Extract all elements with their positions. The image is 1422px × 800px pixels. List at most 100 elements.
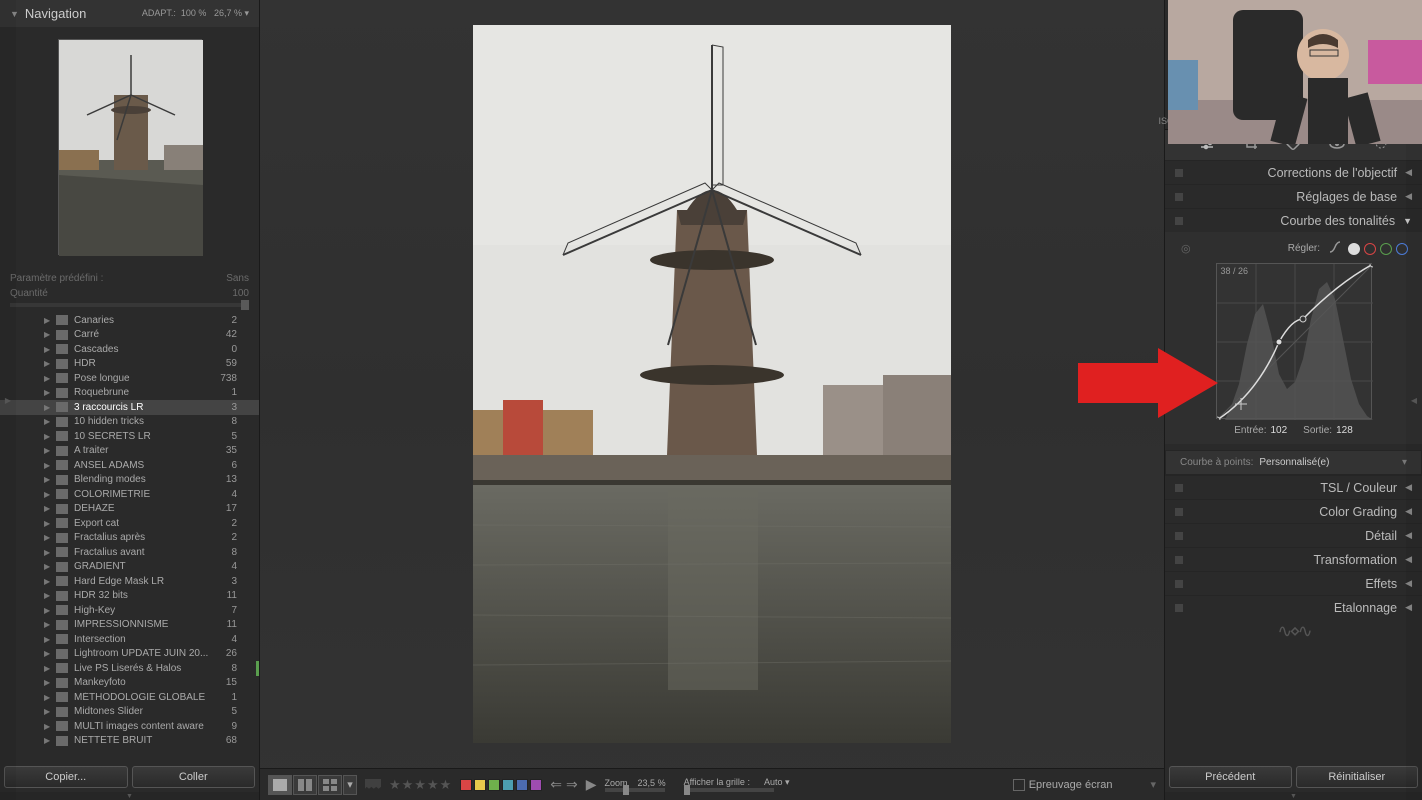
color-label-swatch[interactable] [516, 779, 528, 791]
navigation-panel-header[interactable]: ▼ Navigation ADAPT.: 100 % 26,7 % ▾ [0, 0, 259, 27]
rating-stars[interactable]: ★★★★★ [389, 777, 452, 793]
tsl-panel-header[interactable]: TSL / Couleur◀ [1165, 475, 1422, 499]
zoom-control[interactable]: Zoom23,5 % [605, 778, 666, 792]
checkbox-icon[interactable] [1013, 779, 1025, 791]
lens-corrections-panel-header[interactable]: Corrections de l'objectif◀ [1165, 160, 1422, 184]
calibration-panel-header[interactable]: Etalonnage◀ [1165, 595, 1422, 619]
disclosure-triangle-icon[interactable]: ▶ [44, 504, 50, 513]
compare-view-button[interactable] [293, 775, 317, 795]
view-options-dropdown[interactable]: ▾ [343, 775, 357, 795]
disclosure-triangle-icon[interactable]: ▶ [44, 606, 50, 615]
disclosure-triangle-icon[interactable]: ▶ [44, 533, 50, 542]
left-edge-expander[interactable]: ▶ [0, 0, 16, 800]
disclosure-triangle-icon[interactable]: ▶ [44, 649, 50, 658]
folder-item[interactable]: ▶Fractalius après2 [0, 531, 259, 546]
disclosure-triangle-icon[interactable]: ▶ [44, 693, 50, 702]
grid-overlay-control[interactable]: Afficher la grille :Auto ▾ [684, 777, 790, 792]
folder-item[interactable]: ▶IMPRESSIONNISME11 [0, 618, 259, 633]
detail-panel-header[interactable]: Détail◀ [1165, 523, 1422, 547]
folder-item[interactable]: ▶A traiter35 [0, 444, 259, 459]
disclosure-triangle-icon[interactable]: ▶ [44, 403, 50, 412]
color-grading-panel-header[interactable]: Color Grading◀ [1165, 499, 1422, 523]
folder-item[interactable]: ▶COLORIMETRIE4 [0, 487, 259, 502]
tone-curve-graph[interactable]: 38 / 26 [1216, 263, 1372, 419]
folder-item[interactable]: ▶3 raccourcis LR3 [0, 400, 259, 415]
navigator-thumbnail-area[interactable] [0, 27, 259, 267]
paste-button[interactable]: Coller [132, 766, 256, 788]
rgb-channel-luminance[interactable] [1348, 243, 1360, 255]
toolbar-options-dropdown[interactable]: ▾ [1150, 778, 1156, 791]
folder-item[interactable]: ▶10 hidden tricks8 [0, 415, 259, 430]
folder-item[interactable]: ▶GRADIENT4 [0, 560, 259, 575]
tone-curve-panel-header[interactable]: Courbe des tonalités▼ [1165, 208, 1422, 232]
copy-button[interactable]: Copier... [4, 766, 128, 788]
preset-value[interactable]: Sans [226, 273, 249, 284]
next-photo-button[interactable]: ⇒ [566, 776, 578, 793]
flag-icon[interactable] [365, 779, 381, 791]
folder-item[interactable]: ▶Pose longue738 [0, 371, 259, 386]
folder-list[interactable]: ▶Canaries2▶Carré42▶Cascades0▶HDR59▶Pose … [0, 313, 259, 762]
main-image[interactable] [473, 25, 951, 743]
folder-item[interactable]: ▶ANSEL ADAMS6 [0, 458, 259, 473]
folder-item[interactable]: ▶HDR 32 bits11 [0, 589, 259, 604]
disclosure-triangle-icon[interactable]: ▶ [44, 664, 50, 673]
color-label-swatch[interactable] [488, 779, 500, 791]
rgb-channel-green[interactable] [1380, 243, 1392, 255]
prev-photo-button[interactable]: ⇐ [550, 776, 562, 793]
point-curve-preset[interactable]: Courbe à points: Personnalisé(e) ▾ [1165, 450, 1422, 475]
folder-item[interactable]: ▶Intersection4 [0, 632, 259, 647]
color-label-swatch[interactable] [502, 779, 514, 791]
fit-label[interactable]: ADAPT.: 100 % 26,7 % ▾ [142, 8, 249, 19]
view-mode-buttons[interactable]: ▾ [268, 775, 357, 795]
grid-value[interactable]: Auto ▾ [764, 777, 790, 788]
rgb-channel-red[interactable] [1364, 243, 1376, 255]
folder-item[interactable]: ▶Canaries2 [0, 313, 259, 328]
folder-item[interactable]: ▶10 SECRETS LR5 [0, 429, 259, 444]
folder-item[interactable]: ▶NETTETE BRUIT68 [0, 734, 259, 749]
disclosure-triangle-icon[interactable]: ▶ [44, 577, 50, 586]
disclosure-triangle-icon[interactable]: ▶ [44, 490, 50, 499]
effects-panel-header[interactable]: Effets◀ [1165, 571, 1422, 595]
color-label-swatch[interactable] [460, 779, 472, 791]
basic-panel-header[interactable]: Réglages de base◀ [1165, 184, 1422, 208]
disclosure-triangle-icon[interactable]: ▶ [44, 330, 50, 339]
color-label-swatch[interactable] [474, 779, 486, 791]
folder-item[interactable]: ▶Roquebrune1 [0, 386, 259, 401]
parametric-curve-icon[interactable] [1328, 240, 1342, 257]
soft-proofing-checkbox[interactable]: Epreuvage écran [1013, 779, 1113, 791]
folder-item[interactable]: ▶Export cat2 [0, 516, 259, 531]
disclosure-triangle-icon[interactable]: ▶ [44, 736, 50, 745]
folder-item[interactable]: ▶High-Key7 [0, 603, 259, 618]
folder-item[interactable]: ▶Cascades0 [0, 342, 259, 357]
disclosure-triangle-icon[interactable]: ▶ [44, 548, 50, 557]
folder-item[interactable]: ▶DEHAZE17 [0, 502, 259, 517]
folder-item[interactable]: ▶Lightroom UPDATE JUIN 20...26 [0, 647, 259, 662]
target-adjustment-icon[interactable]: ◎ [1179, 242, 1191, 255]
disclosure-triangle-icon[interactable]: ▶ [44, 722, 50, 731]
disclosure-triangle-icon[interactable]: ▶ [44, 562, 50, 571]
color-label-swatch[interactable] [530, 779, 542, 791]
disclosure-triangle-icon[interactable]: ▶ [44, 635, 50, 644]
disclosure-triangle-icon[interactable]: ▶ [44, 591, 50, 600]
navigator-thumbnail[interactable] [58, 39, 202, 255]
loupe-view-button[interactable] [268, 775, 292, 795]
folder-item[interactable]: ▶Fractalius avant8 [0, 545, 259, 560]
disclosure-triangle-icon[interactable]: ▶ [44, 446, 50, 455]
quantity-slider[interactable] [10, 303, 249, 307]
folder-item[interactable]: ▶Blending modes13 [0, 473, 259, 488]
before-after-button[interactable] [318, 775, 342, 795]
disclosure-triangle-icon[interactable]: ▶ [44, 707, 50, 716]
disclosure-triangle-icon[interactable]: ▶ [44, 316, 50, 325]
disclosure-triangle-icon[interactable]: ▶ [44, 374, 50, 383]
folder-item[interactable]: ▶MÉTHODOLOGIE GLOBALE1 [0, 690, 259, 705]
disclosure-triangle-icon[interactable]: ▶ [44, 345, 50, 354]
color-labels[interactable] [460, 779, 542, 791]
folder-item[interactable]: ▶Mankeyfoto15 [0, 676, 259, 691]
folder-item[interactable]: ▶Carré42 [0, 328, 259, 343]
transform-panel-header[interactable]: Transformation◀ [1165, 547, 1422, 571]
folder-item[interactable]: ▶HDR59 [0, 357, 259, 372]
disclosure-triangle-icon[interactable]: ▶ [44, 519, 50, 528]
disclosure-triangle-icon[interactable]: ▶ [44, 388, 50, 397]
reset-button[interactable]: Réinitialiser [1296, 766, 1419, 788]
previous-button[interactable]: Précédent [1169, 766, 1292, 788]
